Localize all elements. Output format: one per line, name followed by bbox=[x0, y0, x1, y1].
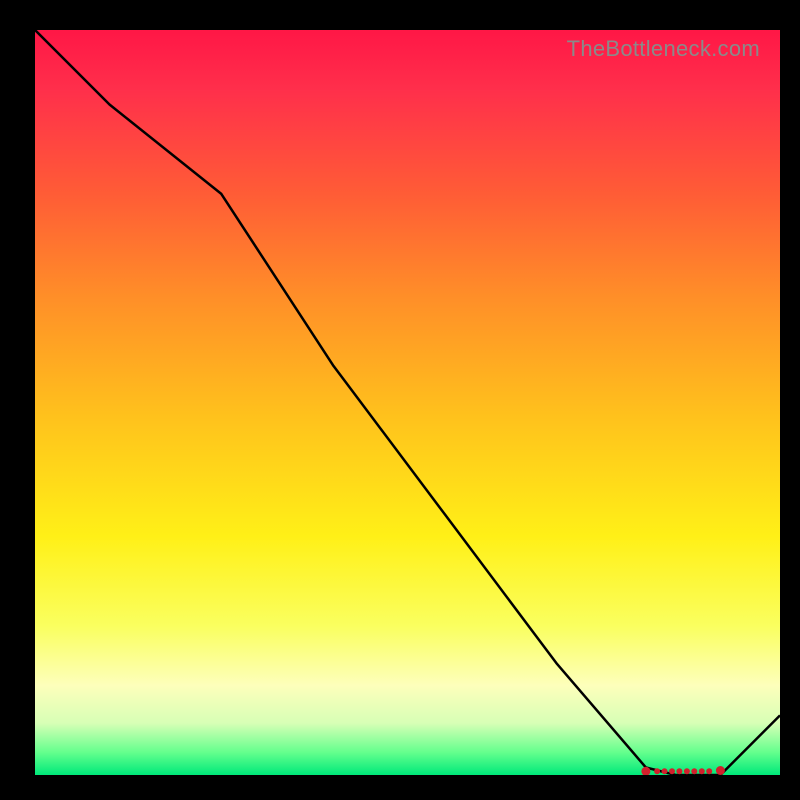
data-marker bbox=[669, 768, 675, 774]
data-marker bbox=[676, 768, 682, 774]
data-marker bbox=[684, 768, 690, 774]
chart-svg bbox=[35, 30, 780, 775]
data-marker bbox=[716, 766, 725, 775]
data-marker bbox=[662, 768, 668, 774]
plot-area: TheBottleneck.com bbox=[35, 30, 780, 775]
data-marker bbox=[654, 768, 660, 774]
data-marker bbox=[699, 768, 705, 774]
data-marker bbox=[691, 768, 697, 774]
chart-frame: TheBottleneck.com bbox=[0, 0, 800, 800]
data-marker bbox=[706, 768, 712, 774]
bottleneck-curve bbox=[35, 30, 780, 775]
